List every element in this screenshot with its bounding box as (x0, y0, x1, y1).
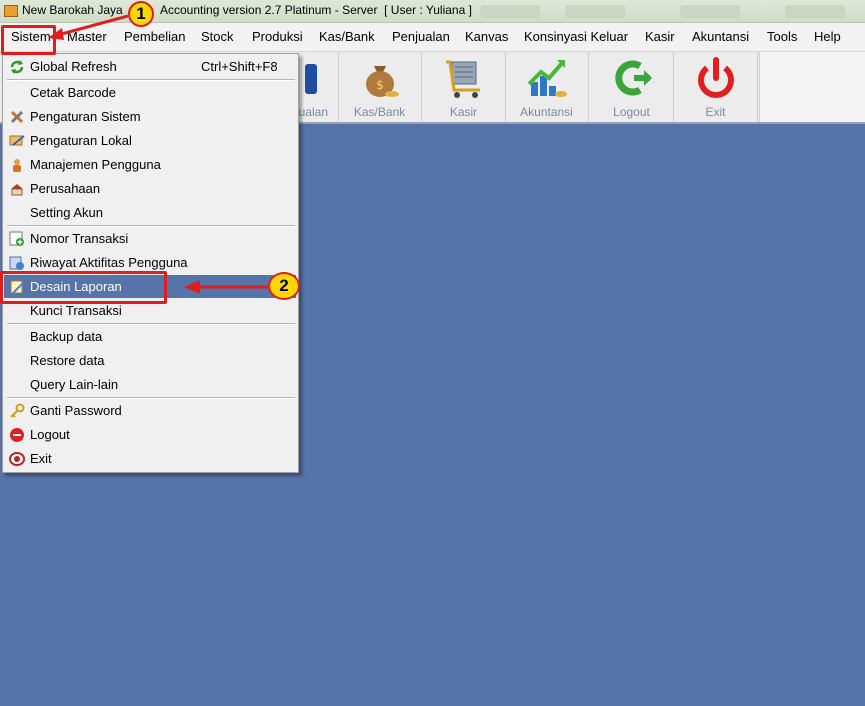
toolbar-kas-bank-button[interactable]: $ Kas/Bank (338, 52, 422, 122)
toolbar-kasir-button[interactable]: Kasir (422, 52, 506, 122)
menu-item-ganti-password[interactable]: Ganti Password (4, 399, 296, 422)
toolbar-label: Logout (613, 105, 650, 119)
toolbar-logout-button[interactable]: Logout (590, 52, 674, 122)
history-icon (9, 255, 25, 271)
toolbar-label: Kas/Bank (353, 105, 406, 119)
menu-penjualan[interactable]: Penjualan (392, 29, 450, 44)
blurred-taskbar-item (785, 5, 845, 18)
user-icon (9, 157, 25, 173)
step-2-badge: 2 (268, 272, 300, 300)
menu-item-global-refresh[interactable]: Global Refresh Ctrl+Shift+F8 (4, 55, 296, 78)
menu-item-backup-data[interactable]: Backup data (4, 325, 296, 348)
menu-item-restore-data[interactable]: Restore data (4, 349, 296, 372)
blurred-taskbar-item (680, 5, 740, 18)
menu-produksi[interactable]: Produksi (252, 29, 303, 44)
arrow-step-1 (48, 14, 129, 40)
toolbar-empty-area (759, 52, 865, 122)
step-1-badge: 1 (128, 1, 154, 27)
menu-item-pengaturan-sistem[interactable]: Pengaturan Sistem (4, 105, 296, 128)
toolbar-label: Akuntansi (520, 105, 573, 119)
menu-item-nomor-transaksi[interactable]: Nomor Transaksi (4, 227, 296, 250)
power-icon (674, 56, 757, 100)
sistem-dropdown-menu: Global Refresh Ctrl+Shift+F8 Cetak Barco… (2, 53, 299, 473)
growth-chart-icon (505, 56, 588, 100)
add-number-icon (9, 231, 25, 247)
menu-kasir[interactable]: Kasir (645, 29, 675, 44)
tools-icon (9, 109, 25, 125)
menu-item-cetak-barcode[interactable]: Cetak Barcode (4, 81, 296, 104)
local-settings-icon (9, 133, 25, 149)
logout-icon (9, 427, 25, 443)
window-title-right: Accounting version 2.7 Platinum - Server… (160, 3, 472, 17)
menu-help[interactable]: Help (814, 29, 841, 44)
toolbar-label: Kasir (449, 105, 478, 119)
toolbar-label: Exit (705, 105, 726, 119)
refresh-icon (9, 59, 25, 75)
menu-item-perusahaan[interactable]: Perusahaan (4, 177, 296, 200)
exit-icon (9, 451, 25, 467)
arrow-step-2 (184, 280, 278, 294)
menu-konsinyasi-keluar[interactable]: Konsinyasi Keluar (524, 29, 628, 44)
menu-item-pengaturan-lokal[interactable]: Pengaturan Lokal (4, 129, 296, 152)
blurred-taskbar-item (565, 5, 625, 18)
svg-text:$: $ (376, 78, 384, 92)
cash-register-icon (422, 56, 505, 100)
highlight-box-desain-laporan (0, 271, 167, 304)
key-icon (9, 403, 25, 419)
menu-tools[interactable]: Tools (767, 29, 797, 44)
shortcut-label: Ctrl+Shift+F8 (201, 59, 278, 74)
menu-kanvas[interactable]: Kanvas (465, 29, 508, 44)
money-bag-icon: $ (338, 56, 421, 100)
menu-item-logout[interactable]: Logout (4, 423, 296, 446)
menu-stock[interactable]: Stock (201, 29, 234, 44)
company-icon (9, 181, 25, 197)
toolbar-akuntansi-button[interactable]: Akuntansi (505, 52, 589, 122)
logout-arrow-icon (590, 56, 673, 100)
app-icon (4, 5, 18, 17)
menu-item-exit[interactable]: Exit (4, 447, 296, 470)
blurred-taskbar-item (480, 5, 540, 18)
menu-akuntansi[interactable]: Akuntansi (692, 29, 749, 44)
menu-item-manajemen-pengguna[interactable]: Manajemen Pengguna (4, 153, 296, 176)
toolbar-exit-button[interactable]: Exit (674, 52, 758, 122)
menu-item-setting-akun[interactable]: Setting Akun (4, 201, 296, 224)
menu-kas-bank[interactable]: Kas/Bank (319, 29, 375, 44)
menu-item-query-lain-lain[interactable]: Query Lain-lain (4, 373, 296, 396)
